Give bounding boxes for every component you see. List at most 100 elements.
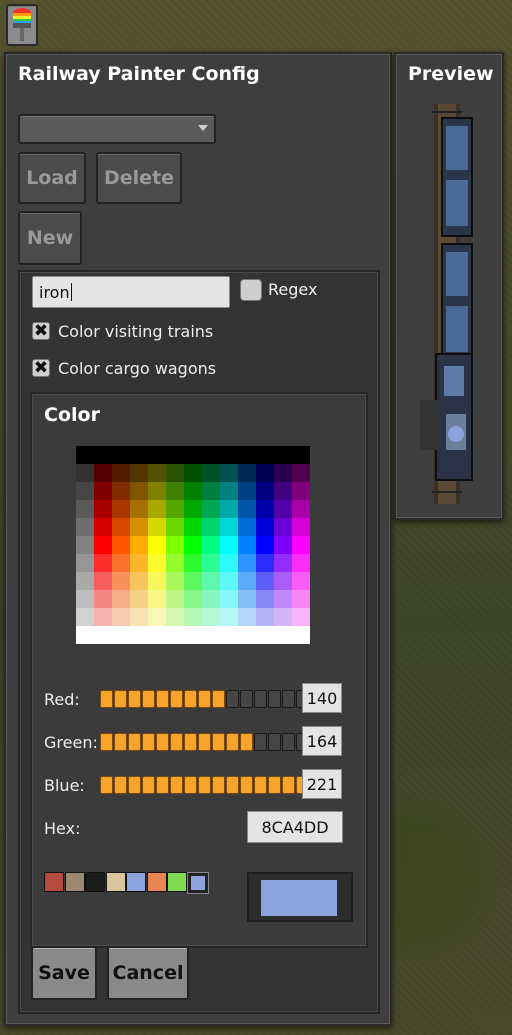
palette-cell[interactable] [274, 464, 292, 482]
palette-cell[interactable] [292, 518, 310, 536]
palette-cell[interactable] [94, 554, 112, 572]
palette-cell[interactable] [238, 590, 256, 608]
palette-cell[interactable] [184, 626, 202, 644]
palette-cell[interactable] [238, 446, 256, 464]
palette-cell[interactable] [202, 626, 220, 644]
palette-cell[interactable] [256, 500, 274, 518]
palette-cell[interactable] [94, 518, 112, 536]
palette-cell[interactable] [256, 626, 274, 644]
preset-color-swatch[interactable] [126, 872, 146, 892]
palette-cell[interactable] [166, 572, 184, 590]
palette-cell[interactable] [256, 572, 274, 590]
palette-cell[interactable] [238, 608, 256, 626]
palette-cell[interactable] [184, 572, 202, 590]
palette-cell[interactable] [112, 482, 130, 500]
palette-cell[interactable] [238, 482, 256, 500]
palette-cell[interactable] [256, 554, 274, 572]
palette-cell[interactable] [238, 464, 256, 482]
palette-cell[interactable] [202, 500, 220, 518]
palette-cell[interactable] [184, 482, 202, 500]
palette-cell[interactable] [220, 518, 238, 536]
preset-color-swatch[interactable] [186, 872, 209, 894]
palette-cell[interactable] [220, 608, 238, 626]
palette-cell[interactable] [76, 590, 94, 608]
palette-cell[interactable] [220, 536, 238, 554]
palette-cell[interactable] [112, 446, 130, 464]
palette-cell[interactable] [130, 518, 148, 536]
palette-cell[interactable] [202, 464, 220, 482]
palette-cell[interactable] [130, 446, 148, 464]
preset-color-swatch[interactable] [85, 872, 105, 892]
palette-cell[interactable] [274, 590, 292, 608]
palette-cell[interactable] [112, 518, 130, 536]
palette-cell[interactable] [166, 536, 184, 554]
palette-cell[interactable] [256, 446, 274, 464]
palette-cell[interactable] [166, 446, 184, 464]
palette-cell[interactable] [130, 626, 148, 644]
palette-cell[interactable] [76, 446, 94, 464]
palette-cell[interactable] [220, 482, 238, 500]
palette-cell[interactable] [202, 608, 220, 626]
palette-cell[interactable] [184, 500, 202, 518]
palette-cell[interactable] [256, 464, 274, 482]
palette-cell[interactable] [274, 446, 292, 464]
palette-cell[interactable] [274, 608, 292, 626]
color-palette-grid[interactable] [76, 446, 310, 644]
palette-cell[interactable] [220, 446, 238, 464]
palette-cell[interactable] [112, 500, 130, 518]
palette-cell[interactable] [184, 608, 202, 626]
palette-cell[interactable] [130, 482, 148, 500]
palette-cell[interactable] [76, 518, 94, 536]
palette-cell[interactable] [256, 482, 274, 500]
palette-cell[interactable] [238, 626, 256, 644]
red-value-input[interactable]: 140 [302, 683, 342, 713]
palette-cell[interactable] [130, 536, 148, 554]
palette-cell[interactable] [148, 446, 166, 464]
palette-cell[interactable] [256, 608, 274, 626]
palette-cell[interactable] [76, 554, 94, 572]
palette-cell[interactable] [256, 590, 274, 608]
filter-input[interactable]: iron [32, 276, 230, 308]
preset-color-swatch[interactable] [146, 872, 167, 892]
palette-cell[interactable] [166, 518, 184, 536]
palette-cell[interactable] [94, 608, 112, 626]
palette-cell[interactable] [76, 536, 94, 554]
palette-cell[interactable] [166, 500, 184, 518]
palette-cell[interactable] [94, 626, 112, 644]
palette-cell[interactable] [76, 500, 94, 518]
save-button[interactable]: Save [31, 946, 97, 1000]
preset-color-swatch[interactable] [44, 872, 64, 892]
preset-color-swatch[interactable] [105, 872, 126, 892]
palette-cell[interactable] [184, 554, 202, 572]
palette-cell[interactable] [292, 536, 310, 554]
palette-cell[interactable] [94, 500, 112, 518]
palette-cell[interactable] [202, 572, 220, 590]
palette-cell[interactable] [238, 554, 256, 572]
palette-cell[interactable] [220, 572, 238, 590]
palette-cell[interactable] [112, 590, 130, 608]
palette-cell[interactable] [274, 572, 292, 590]
palette-cell[interactable] [220, 554, 238, 572]
palette-cell[interactable] [274, 554, 292, 572]
palette-cell[interactable] [148, 482, 166, 500]
palette-cell[interactable] [166, 608, 184, 626]
palette-cell[interactable] [112, 626, 130, 644]
palette-cell[interactable] [256, 518, 274, 536]
palette-cell[interactable] [292, 500, 310, 518]
palette-cell[interactable] [184, 464, 202, 482]
palette-cell[interactable] [148, 464, 166, 482]
palette-cell[interactable] [184, 536, 202, 554]
palette-cell[interactable] [76, 572, 94, 590]
palette-cell[interactable] [220, 590, 238, 608]
palette-cell[interactable] [112, 554, 130, 572]
palette-cell[interactable] [148, 590, 166, 608]
palette-cell[interactable] [166, 464, 184, 482]
palette-cell[interactable] [94, 590, 112, 608]
delete-button[interactable]: Delete [96, 152, 182, 204]
visiting-trains-checkbox[interactable]: ✖ [32, 322, 50, 340]
palette-cell[interactable] [94, 572, 112, 590]
green-value-input[interactable]: 164 [302, 726, 342, 756]
palette-cell[interactable] [166, 554, 184, 572]
palette-cell[interactable] [274, 482, 292, 500]
regex-checkbox[interactable] [240, 279, 262, 301]
